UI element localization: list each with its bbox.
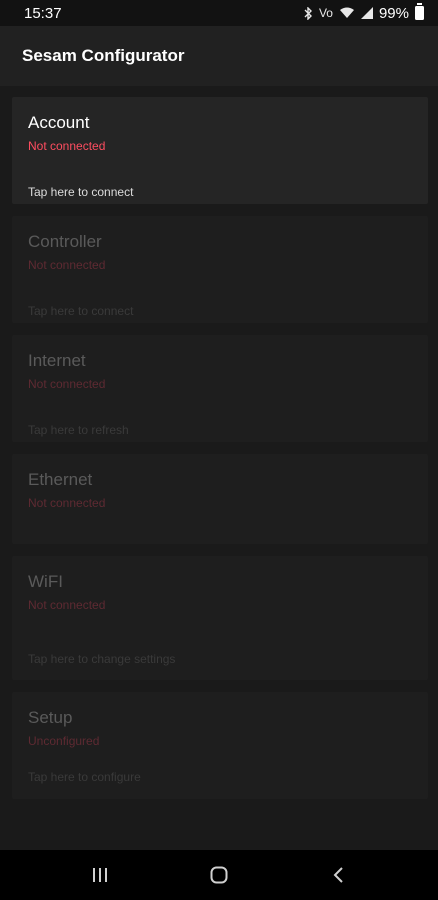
card-title: Controller bbox=[28, 232, 102, 251]
card-title: Setup bbox=[28, 708, 73, 727]
status-time: 15:37 bbox=[24, 4, 62, 22]
card-title: WiFI bbox=[28, 572, 63, 591]
card-title: Ethernet bbox=[28, 470, 93, 489]
card-title: Internet bbox=[28, 351, 86, 370]
card-action: Tap here to refresh bbox=[28, 423, 129, 437]
home-icon bbox=[210, 866, 228, 884]
status-icons: Vo 99% bbox=[303, 3, 424, 22]
card-action: Tap here to connect bbox=[28, 304, 134, 318]
status-bar: 15:37 Vo 99% bbox=[0, 0, 438, 26]
back-icon bbox=[333, 867, 344, 883]
card-ethernet[interactable]: Ethernet Not connected bbox=[12, 454, 428, 544]
card-status: Unconfigured bbox=[28, 734, 100, 748]
card-action: Tap here to change settings bbox=[28, 652, 176, 666]
card-status: Not connected bbox=[28, 139, 106, 153]
battery-percent: 99% bbox=[378, 4, 409, 22]
wifi-icon bbox=[339, 7, 354, 18]
back-button[interactable] bbox=[318, 855, 358, 895]
app-bar: Sesam Configurator bbox=[0, 26, 438, 86]
recents-icon bbox=[92, 868, 107, 882]
system-nav-bar bbox=[0, 850, 438, 900]
card-setup[interactable]: Setup Unconfigured Tap here to configure bbox=[12, 692, 428, 799]
app-title: Sesam Configurator bbox=[22, 46, 185, 65]
card-wifi[interactable]: WiFI Not connected Tap here to change se… bbox=[12, 556, 428, 680]
volte-icon: Vo bbox=[318, 6, 333, 20]
card-status: Not connected bbox=[28, 496, 106, 510]
card-action: Tap here to connect bbox=[28, 185, 134, 199]
bluetooth-icon bbox=[304, 6, 312, 20]
settings-list: Account Not connected Tap here to connec… bbox=[0, 86, 438, 850]
card-status: Not connected bbox=[28, 377, 106, 391]
card-action: Tap here to configure bbox=[28, 770, 141, 784]
battery-icon bbox=[415, 3, 424, 20]
signal-icon bbox=[360, 7, 373, 19]
card-status: Not connected bbox=[28, 258, 106, 272]
card-controller[interactable]: Controller Not connected Tap here to con… bbox=[12, 216, 428, 323]
recents-button[interactable] bbox=[80, 855, 120, 895]
home-button[interactable] bbox=[199, 855, 239, 895]
card-title: Account bbox=[28, 113, 90, 132]
card-internet[interactable]: Internet Not connected Tap here to refre… bbox=[12, 335, 428, 442]
card-status: Not connected bbox=[28, 598, 106, 612]
card-account[interactable]: Account Not connected Tap here to connec… bbox=[12, 97, 428, 204]
